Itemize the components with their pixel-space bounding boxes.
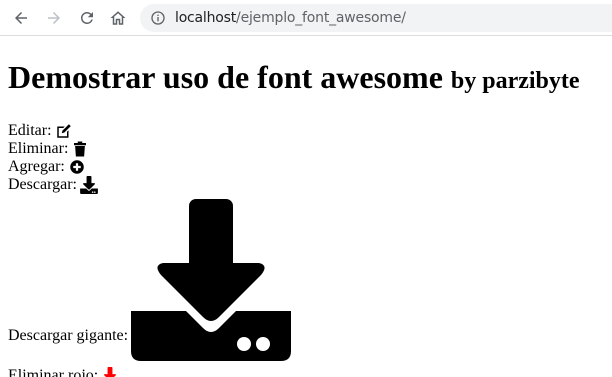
page-content: Demostrar uso de font awesome by parziby… xyxy=(0,59,612,377)
item-add-label: Agregar: xyxy=(8,158,65,175)
item-download-label: Descargar: xyxy=(8,176,77,193)
browser-toolbar: localhost/ejemplo_font_awesome/ xyxy=(0,0,612,36)
item-delete: Eliminar: xyxy=(8,140,604,158)
plus-circle-icon xyxy=(70,160,84,174)
item-delete-red-label: Eliminar rojo: xyxy=(8,367,99,377)
download-icon xyxy=(104,367,117,377)
page-title-byline: by parzibyte xyxy=(450,68,580,94)
home-button[interactable] xyxy=(106,6,130,30)
url-text[interactable]: localhost/ejemplo_font_awesome/ xyxy=(175,10,406,26)
address-bar[interactable]: localhost/ejemplo_font_awesome/ xyxy=(140,4,612,32)
page-title: Demostrar uso de font awesome by parziby… xyxy=(8,59,604,99)
url-path: /ejemplo_font_awesome/ xyxy=(236,10,406,26)
item-download: Descargar: xyxy=(8,176,604,194)
trash-icon xyxy=(74,141,87,157)
item-delete-label: Eliminar: xyxy=(8,140,69,157)
arrow-left-icon xyxy=(15,12,27,24)
back-button[interactable] xyxy=(9,6,33,30)
url-host: localhost xyxy=(175,10,237,26)
reload-button[interactable] xyxy=(75,6,99,30)
page-title-main: Demostrar uso de font awesome xyxy=(8,59,443,95)
item-download-big-label: Descargar gigante: xyxy=(8,327,129,344)
info-icon[interactable] xyxy=(150,10,166,26)
item-edit: Editar: xyxy=(8,122,604,140)
download-icon xyxy=(80,176,98,194)
item-delete-red: Eliminar rojo: xyxy=(8,367,604,377)
item-download-big: Descargar gigante: xyxy=(8,197,604,361)
item-add: Agregar: xyxy=(8,158,604,176)
item-edit-label: Editar: xyxy=(8,122,52,139)
arrow-right-icon xyxy=(48,12,60,24)
download-icon xyxy=(131,199,292,361)
forward-button[interactable] xyxy=(42,6,66,30)
edit-icon xyxy=(56,124,71,138)
reload-icon xyxy=(81,11,93,24)
home-icon xyxy=(110,11,126,25)
